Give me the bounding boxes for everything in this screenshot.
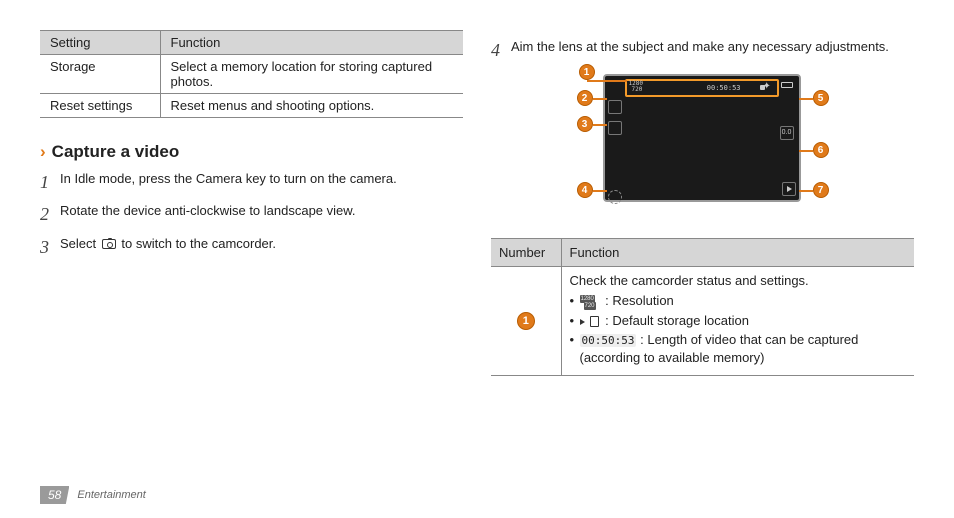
record-timer: 00:50:53: [707, 84, 741, 92]
flash-icon: ✦: [763, 81, 775, 93]
camera-icon: [102, 239, 116, 249]
table-row: Storage Select a memory location for sto…: [40, 55, 463, 94]
nf-number-cell: 1: [491, 267, 561, 375]
resolution-mini-icon: [580, 296, 598, 308]
step-number: 1: [40, 170, 60, 194]
section-heading: › Capture a video: [40, 142, 463, 162]
steps-list: 1 In Idle mode, press the Camera key to …: [40, 170, 463, 259]
step-text: Aim the lens at the subject and make any…: [511, 38, 889, 56]
status-bar-highlight: [625, 79, 779, 97]
step-number: 3: [40, 235, 60, 259]
bullet-length: 00:50:53 : Length of video that can be c…: [570, 331, 907, 366]
mode-scene-icon: [608, 121, 622, 135]
resolution-icon: 1280 720: [629, 81, 643, 93]
cell-function: Reset menus and shooting options.: [160, 94, 463, 118]
bullet-text: : Default storage location: [605, 313, 749, 328]
timer-code: 00:50:53: [580, 334, 637, 347]
nf-header-number: Number: [491, 239, 561, 267]
callout-5: 5: [813, 90, 829, 106]
step-text: Select to switch to the camcorder.: [60, 235, 276, 253]
storage-mini-icon: [580, 315, 598, 327]
bullet-text: : Resolution: [605, 293, 674, 308]
battery-icon: [781, 82, 793, 88]
callout-badge-1: 1: [517, 312, 535, 330]
number-function-table: Number Function 1 Check the camcorder st…: [491, 238, 914, 375]
res-bot: 720: [632, 86, 643, 93]
callout-2: 2: [577, 90, 593, 106]
page-number: 58: [40, 486, 69, 504]
callout-1: 1: [579, 64, 595, 80]
cell-setting: Storage: [40, 55, 160, 94]
playback-icon: [782, 182, 796, 196]
callout-6: 6: [813, 142, 829, 158]
step-text: In Idle mode, press the Camera key to tu…: [60, 170, 397, 188]
camcorder-preview-diagram: 1 2 3 4 5 6 7 1280 720: [563, 70, 843, 228]
nf-intro: Check the camcorder status and settings.: [570, 273, 907, 288]
nf-function-cell: Check the camcorder status and settings.…: [561, 267, 914, 375]
section-title-text: Capture a video: [52, 142, 180, 161]
callout-3: 3: [577, 116, 593, 132]
chevron-right-icon: ›: [40, 142, 46, 161]
spacer: [608, 163, 622, 183]
step-1: 1 In Idle mode, press the Camera key to …: [40, 170, 463, 194]
preview-screen: 1280 720 00:50:53 ✦ 0.0: [603, 74, 801, 202]
mode-camcorder-icon: [608, 100, 622, 114]
step-text: Rotate the device anti-clockwise to land…: [60, 202, 356, 220]
nf-header-function: Function: [561, 239, 914, 267]
table-header-function: Function: [160, 31, 463, 55]
cell-function: Select a memory location for storing cap…: [160, 55, 463, 94]
settings-table: Setting Function Storage Select a memory…: [40, 30, 463, 118]
settings-gear-icon: [608, 190, 622, 204]
step-2: 2 Rotate the device anti-clockwise to la…: [40, 202, 463, 226]
step-4: 4 Aim the lens at the subject and make a…: [491, 38, 914, 62]
table-header-setting: Setting: [40, 31, 160, 55]
callout-7: 7: [813, 182, 829, 198]
step-number: 4: [491, 38, 511, 62]
table-row: Reset settings Reset menus and shooting …: [40, 94, 463, 118]
step-number: 2: [40, 202, 60, 226]
step-3-suffix: to switch to the camcorder.: [121, 236, 276, 251]
step-3: 3 Select to switch to the camcorder.: [40, 235, 463, 259]
cell-setting: Reset settings: [40, 94, 160, 118]
callout-4: 4: [577, 182, 593, 198]
step-3-prefix: Select: [60, 236, 96, 251]
page-footer: 58 Entertainment: [40, 486, 146, 504]
bullet-storage: : Default storage location: [570, 312, 907, 330]
steps-list-cont: 4 Aim the lens at the subject and make a…: [491, 38, 914, 62]
chapter-name: Entertainment: [77, 489, 145, 501]
exposure-value-icon: 0.0: [780, 126, 794, 140]
bullet-resolution: : Resolution: [570, 292, 907, 310]
table-row: 1 Check the camcorder status and setting…: [491, 267, 914, 375]
